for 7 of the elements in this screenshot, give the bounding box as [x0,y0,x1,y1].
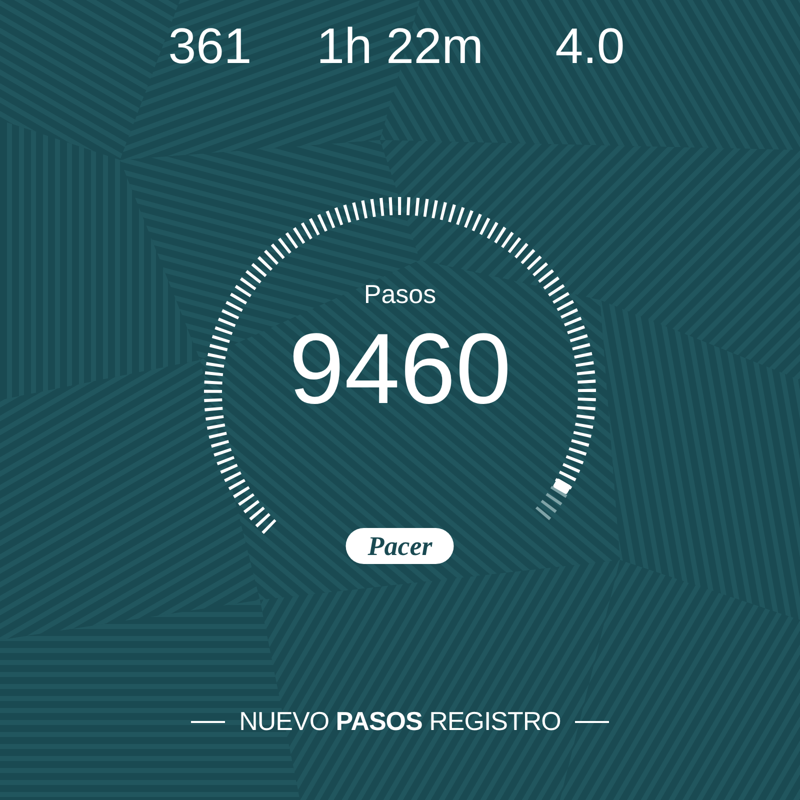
record-caption: NUEVO PASOS REGISTRO [239,706,561,737]
stat-value: 1h 22m [316,17,484,76]
stat-value: 361 [168,17,252,76]
stat-value: 4.0 [555,17,625,76]
logo: Pacer [346,528,454,564]
steps-label: Pasos [364,278,436,310]
steps-count: 9460 [288,314,512,424]
